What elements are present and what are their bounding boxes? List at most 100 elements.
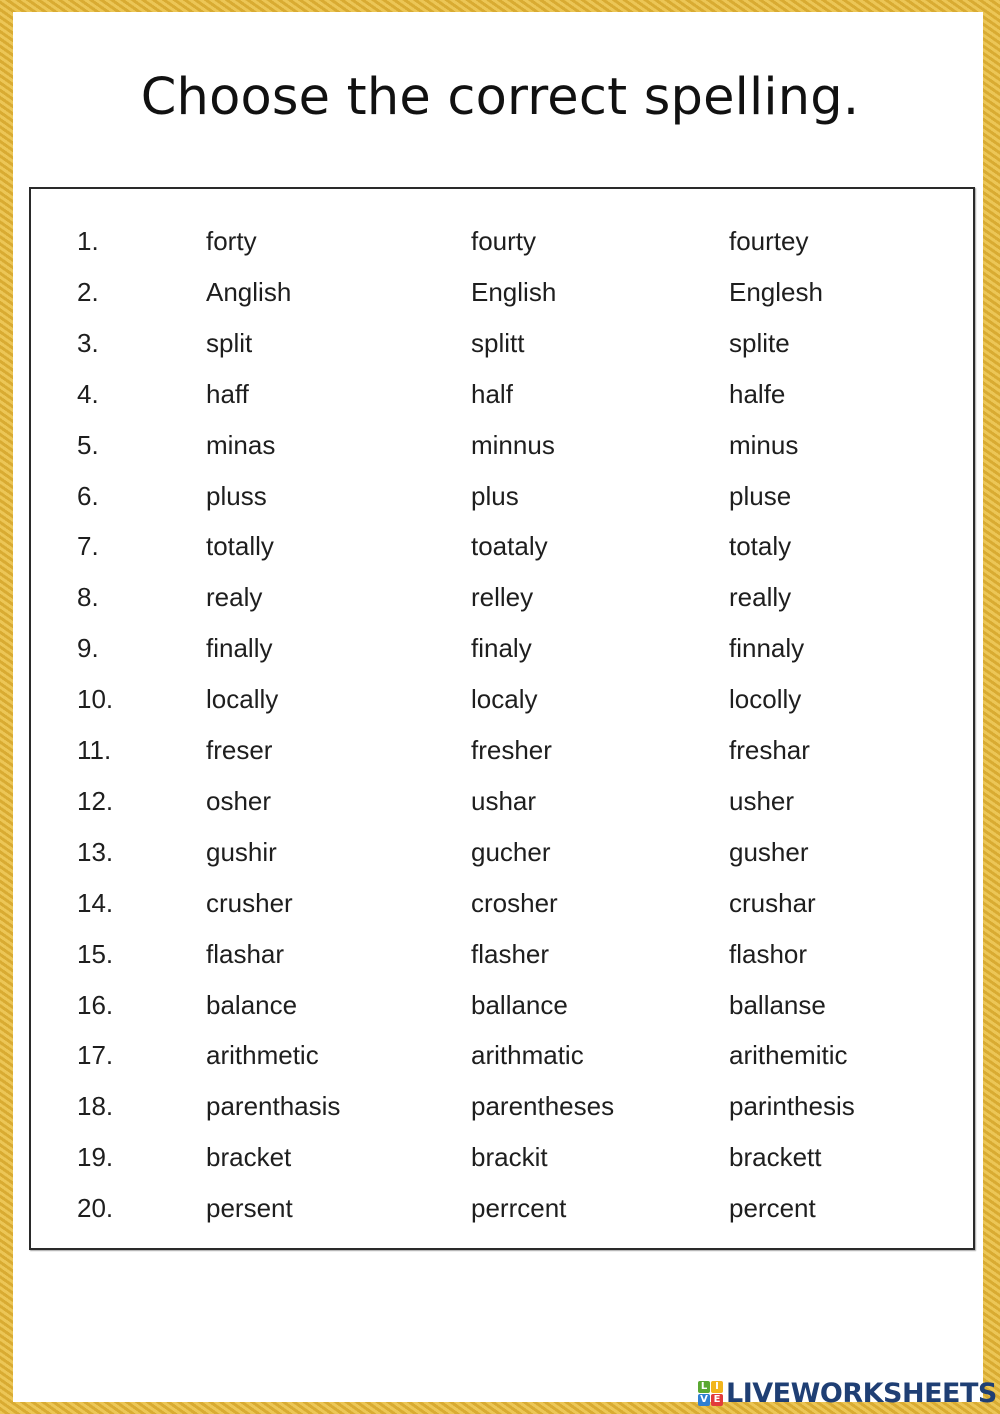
spelling-option[interactable]: flasher [471, 939, 549, 970]
spelling-option[interactable]: forty [206, 226, 257, 257]
question-row: 15. flashar flasher flashor [31, 939, 973, 979]
question-number: 9. [77, 633, 99, 664]
spelling-option[interactable]: really [729, 582, 791, 613]
question-row: 7. totally toataly totaly [31, 531, 973, 571]
spelling-option[interactable]: crosher [471, 888, 558, 919]
question-row: 14. crusher crosher crushar [31, 888, 973, 928]
question-number: 17. [77, 1040, 114, 1071]
spelling-option[interactable]: bracket [206, 1142, 291, 1173]
spelling-option[interactable]: ballance [471, 990, 568, 1021]
spelling-option[interactable]: ushar [471, 786, 536, 817]
spelling-option[interactable]: toataly [471, 531, 548, 562]
spelling-option[interactable]: fresher [471, 735, 552, 766]
spelling-option[interactable]: freshar [729, 735, 810, 766]
spelling-option[interactable]: brackett [729, 1142, 822, 1173]
spelling-option[interactable]: plus [471, 481, 519, 512]
logo-letter-square: I [711, 1380, 723, 1393]
question-row: 9. finally finaly finnaly [31, 633, 973, 673]
spelling-option[interactable]: osher [206, 786, 271, 817]
spelling-option[interactable]: finnaly [729, 633, 804, 664]
spelling-option[interactable]: locally [206, 684, 278, 715]
spelling-option[interactable]: crusher [206, 888, 293, 919]
spelling-option[interactable]: localy [471, 684, 537, 715]
spelling-option[interactable]: locolly [729, 684, 801, 715]
spelling-option[interactable]: gucher [471, 837, 551, 868]
question-number: 6. [77, 480, 99, 511]
spelling-option[interactable]: flashar [206, 939, 284, 970]
spelling-option[interactable]: totally [206, 531, 274, 562]
logo-letter-square: L [698, 1380, 710, 1393]
spelling-option[interactable]: Anglish [206, 277, 291, 308]
question-number: 19. [77, 1142, 114, 1173]
page-title: Choose the correct spelling. [140, 68, 860, 127]
logo-letter-square: E [711, 1393, 723, 1406]
spelling-option[interactable]: fourty [471, 226, 536, 257]
spelling-option[interactable]: ballanse [729, 990, 826, 1021]
question-number: 20. [77, 1193, 114, 1224]
question-number: 8. [77, 582, 99, 613]
spelling-option[interactable]: gusher [729, 837, 809, 868]
spelling-option[interactable]: Englesh [729, 277, 823, 308]
spelling-option[interactable]: minus [729, 430, 798, 461]
question-row: 18. parenthasis parentheses parinthesis [31, 1091, 973, 1131]
logo-icon: LIVE [698, 1380, 723, 1406]
spelling-option[interactable]: fourtey [729, 226, 809, 257]
question-row: 11. freser fresher freshar [31, 735, 973, 775]
spelling-option[interactable]: usher [729, 786, 794, 817]
spelling-option[interactable]: flashor [729, 939, 807, 970]
spelling-option[interactable]: brackit [471, 1142, 548, 1173]
spelling-option[interactable]: splite [729, 328, 790, 359]
spelling-option[interactable]: parentheses [471, 1091, 614, 1122]
spelling-option[interactable]: pluss [206, 481, 267, 512]
spelling-option[interactable]: balance [206, 990, 297, 1021]
spelling-option[interactable]: totaly [729, 531, 791, 562]
spelling-option[interactable]: persent [206, 1193, 293, 1224]
question-number: 11. [77, 735, 112, 765]
question-number: 13. [77, 836, 114, 867]
spelling-option[interactable]: gushir [206, 837, 277, 868]
spelling-option[interactable]: finaly [471, 633, 532, 664]
spelling-option[interactable]: arithmetic [206, 1040, 319, 1071]
question-row: 8. realy relley really [31, 582, 973, 622]
spelling-option[interactable]: halfe [729, 379, 785, 410]
question-row: 1. forty fourty fourtey [31, 226, 973, 266]
spelling-option[interactable]: parinthesis [729, 1091, 855, 1122]
question-row: 6. pluss plus pluse [31, 481, 973, 521]
question-number: 14. [77, 887, 114, 918]
spelling-option[interactable]: English [471, 277, 556, 308]
spelling-option[interactable]: minas [206, 430, 275, 461]
spelling-option[interactable]: relley [471, 582, 533, 613]
spelling-option[interactable]: pluse [729, 481, 791, 512]
question-number: 15. [77, 938, 114, 969]
question-row: 19. bracket brackit brackett [31, 1142, 973, 1182]
spelling-option[interactable]: crushar [729, 888, 816, 919]
question-row: 3. split splitt splite [31, 328, 973, 368]
spelling-option[interactable]: arithmatic [471, 1040, 584, 1071]
question-number: 4. [77, 378, 99, 409]
spelling-option[interactable]: split [206, 328, 252, 359]
spelling-option[interactable]: finally [206, 633, 272, 664]
spelling-option[interactable]: half [471, 379, 513, 410]
spelling-option[interactable]: freser [206, 735, 272, 766]
question-number: 2. [77, 276, 99, 307]
spelling-table: 1. forty fourty fourtey 2. Anglish English Engl… [29, 187, 975, 1250]
question-row: 2. Anglish English Englesh [31, 277, 973, 317]
spelling-option[interactable]: haff [206, 379, 249, 410]
question-number: 1. [77, 226, 99, 256]
spelling-option[interactable]: arithemitic [729, 1040, 847, 1071]
question-row: 17. arithmetic arithmatic arithemitic [31, 1040, 973, 1080]
spelling-option[interactable]: percent [729, 1193, 816, 1224]
question-number: 18. [77, 1091, 114, 1122]
question-row: 13. gushir gucher gusher [31, 837, 973, 877]
spelling-option[interactable]: perrcent [471, 1193, 566, 1224]
spelling-option[interactable]: parenthasis [206, 1091, 340, 1122]
question-number: 12. [77, 785, 114, 816]
spelling-option[interactable]: realy [206, 582, 262, 613]
question-number: 7. [77, 531, 99, 562]
spelling-option[interactable]: splitt [471, 328, 524, 359]
question-row: 12. osher ushar usher [31, 786, 973, 826]
logo-letter-square: V [698, 1393, 710, 1406]
question-row: 16. balance ballance ballanse [31, 990, 973, 1030]
spelling-option[interactable]: minnus [471, 430, 555, 461]
question-number: 16. [77, 989, 114, 1020]
